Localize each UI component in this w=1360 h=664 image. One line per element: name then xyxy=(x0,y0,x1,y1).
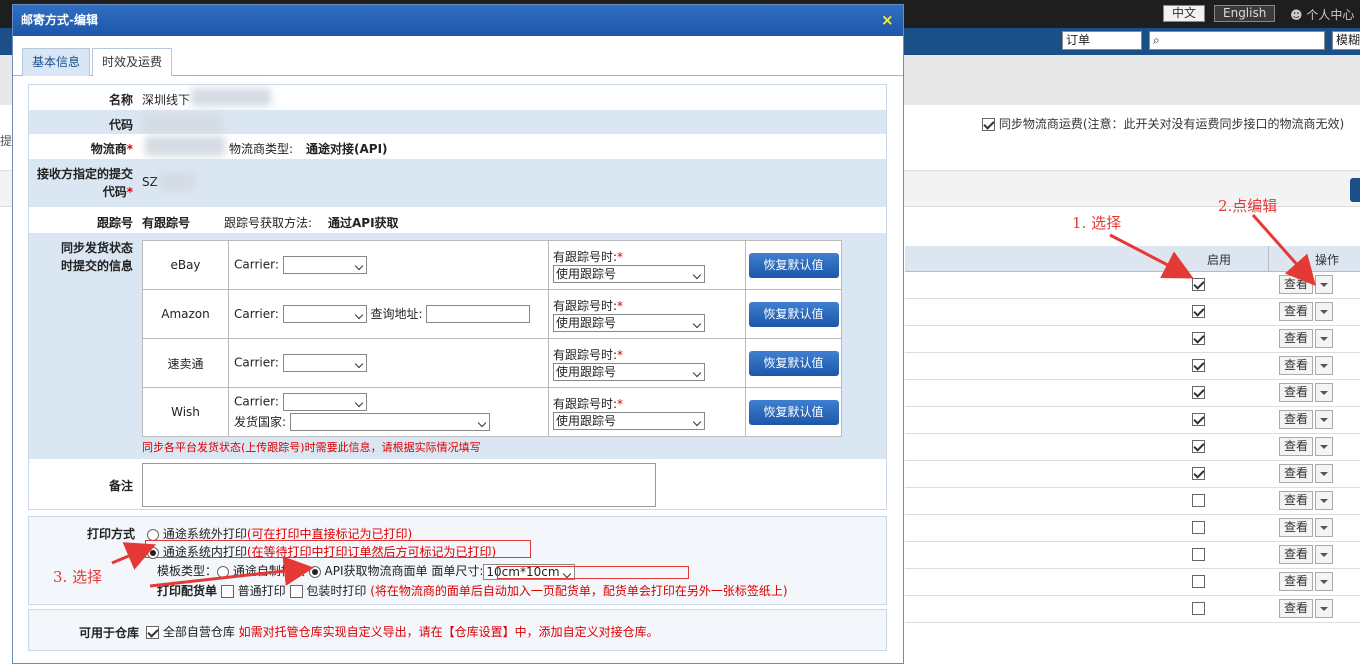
arrow-to-checkbox xyxy=(1109,233,1194,279)
arrow-to-dropdown xyxy=(1251,214,1316,286)
annotation-arrows xyxy=(111,214,1316,588)
arrow-to-print-option xyxy=(111,542,157,570)
arrow-to-template xyxy=(149,556,314,588)
